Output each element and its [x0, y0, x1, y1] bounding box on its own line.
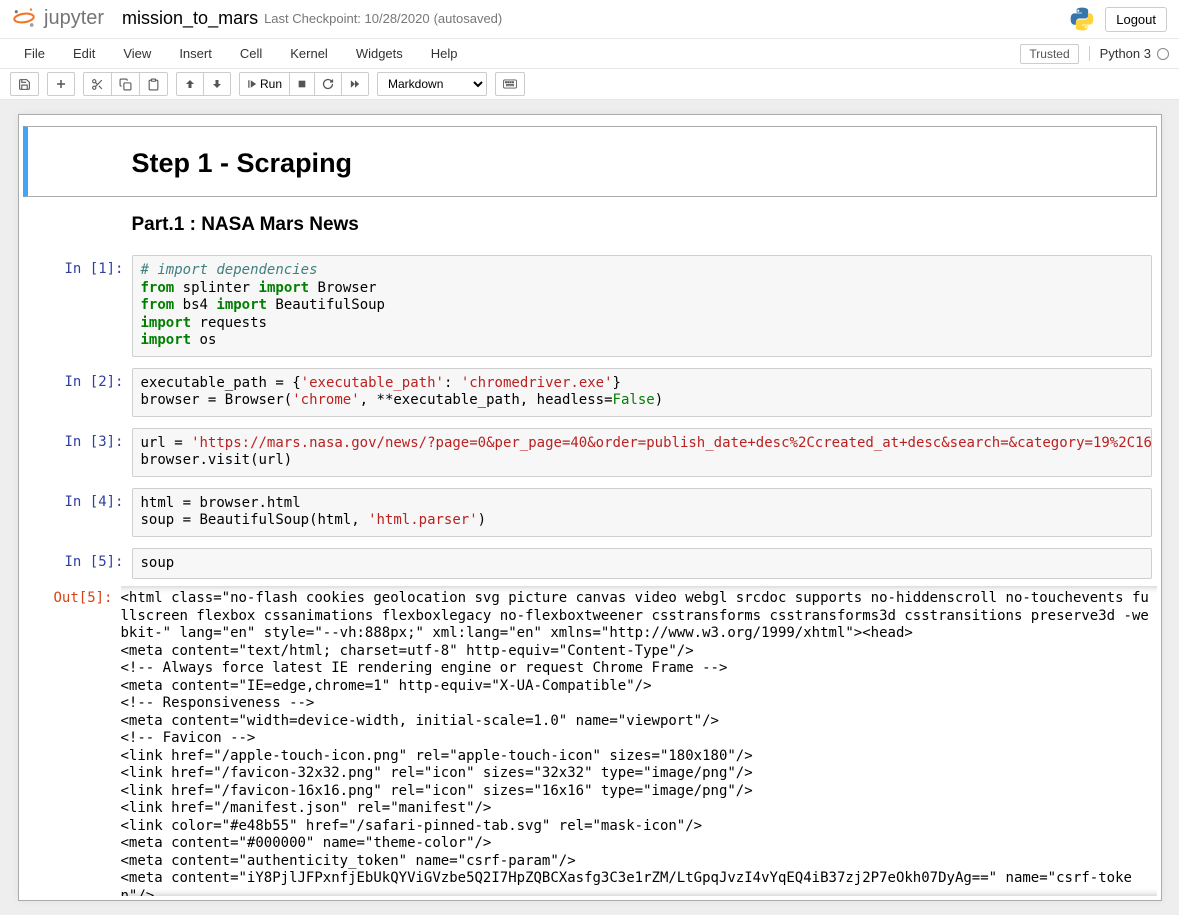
cell-prompt: In [1]: [34, 255, 132, 357]
run-button[interactable]: Run [239, 72, 290, 96]
menu-widgets[interactable]: Widgets [342, 41, 417, 66]
output-cell-5: Out[5]: <html class="no-flash cookies ge… [23, 586, 1157, 896]
cell-prompt: In [5]: [34, 548, 132, 580]
cell-prompt [34, 204, 132, 244]
cell-prompt: In [2]: [34, 368, 132, 417]
move-down-button[interactable] [203, 72, 231, 96]
code-input[interactable]: soup [132, 548, 1152, 580]
code-cell-3[interactable]: In [3]: url = 'https://mars.nasa.gov/new… [23, 424, 1157, 481]
cell-prompt: In [4]: [34, 488, 132, 537]
kernel-indicator[interactable]: Python 3 [1089, 46, 1169, 61]
command-palette-button[interactable] [495, 72, 525, 96]
notebook-page: Step 1 - Scraping Part.1 : NASA Mars New… [0, 100, 1179, 915]
menu-cell[interactable]: Cell [226, 41, 276, 66]
notebook-name[interactable]: mission_to_mars [122, 8, 258, 29]
jupyter-orbit-icon [10, 4, 38, 32]
cell-prompt: In [3]: [34, 428, 132, 477]
h1-title: Step 1 - Scraping [132, 148, 1152, 179]
h2-title: Part.1 : NASA Mars News [132, 214, 1152, 236]
menu-file[interactable]: File [10, 41, 59, 66]
autosave-text: (autosaved) [434, 11, 503, 26]
toolbar: Run Markdown [0, 69, 1179, 100]
menubar: File Edit View Insert Cell Kernel Widget… [0, 39, 1179, 69]
header-bar: jupyter mission_to_mars Last Checkpoint:… [0, 0, 1179, 39]
save-button[interactable] [10, 72, 39, 96]
restart-run-all-button[interactable] [341, 72, 369, 96]
code-input[interactable]: html = browser.html soup = BeautifulSoup… [132, 488, 1152, 537]
code-input[interactable]: url = 'https://mars.nasa.gov/news/?page=… [132, 428, 1152, 477]
code-input[interactable]: executable_path = {'executable_path': 'c… [132, 368, 1152, 417]
markdown-cell-h2[interactable]: Part.1 : NASA Mars News [23, 200, 1157, 248]
cell-prompt [34, 130, 132, 193]
logout-button[interactable]: Logout [1105, 7, 1167, 32]
markdown-cell-h1[interactable]: Step 1 - Scraping [23, 126, 1157, 197]
code-cell-1[interactable]: In [1]: # import dependencies from splin… [23, 251, 1157, 361]
menu-help[interactable]: Help [417, 41, 472, 66]
kernel-status-dot-icon [1157, 48, 1169, 60]
menu-kernel[interactable]: Kernel [276, 41, 342, 66]
output-prompt: Out[5]: [23, 586, 121, 896]
stop-button[interactable] [289, 72, 315, 96]
menu-view[interactable]: View [109, 41, 165, 66]
menu-insert[interactable]: Insert [165, 41, 226, 66]
checkpoint-text: Last Checkpoint: 10/28/2020 [264, 11, 430, 26]
code-input[interactable]: # import dependencies from splinter impo… [132, 255, 1152, 357]
paste-button[interactable] [139, 72, 168, 96]
jupyter-logo[interactable]: jupyter [10, 4, 104, 32]
cell-type-select[interactable]: Markdown [377, 72, 487, 96]
output-area[interactable]: <html class="no-flash cookies geolocatio… [121, 586, 1157, 896]
notebook-container: Step 1 - Scraping Part.1 : NASA Mars New… [18, 114, 1162, 901]
kernel-name: Python 3 [1100, 46, 1151, 61]
move-up-button[interactable] [176, 72, 204, 96]
code-cell-5[interactable]: In [5]: soup [23, 544, 1157, 584]
jupyter-logo-text: jupyter [44, 7, 104, 30]
add-cell-button[interactable] [47, 72, 75, 96]
restart-button[interactable] [314, 72, 342, 96]
copy-button[interactable] [111, 72, 140, 96]
code-cell-4[interactable]: In [4]: html = browser.html soup = Beaut… [23, 484, 1157, 541]
trusted-badge[interactable]: Trusted [1020, 44, 1078, 64]
cut-button[interactable] [83, 72, 112, 96]
menu-edit[interactable]: Edit [59, 41, 109, 66]
python-kernel-icon[interactable] [1069, 6, 1095, 32]
code-cell-2[interactable]: In [2]: executable_path = {'executable_p… [23, 364, 1157, 421]
